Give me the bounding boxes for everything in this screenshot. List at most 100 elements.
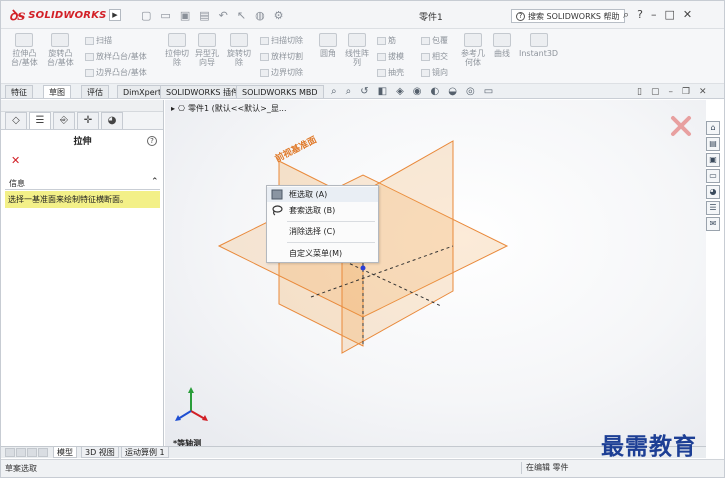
swept-cut-button[interactable]: 扫描切除 (260, 35, 303, 46)
rebuild-icon[interactable]: ◍ (255, 9, 265, 22)
dimxpert-manager-tab-icon[interactable]: ✛ (77, 112, 99, 129)
curves-label: 曲线 (494, 49, 510, 58)
tab-sketch[interactable]: 草图 (43, 85, 71, 98)
maximize-icon[interactable]: □ (665, 8, 675, 22)
undo-icon[interactable]: ↶ (219, 9, 228, 22)
box-select-icon (271, 189, 283, 200)
custom-properties-icon[interactable]: ☰ (706, 201, 720, 215)
fillet-button[interactable]: 圆角 (319, 33, 337, 58)
display-manager-tab-icon[interactable]: ◕ (101, 112, 123, 129)
first-tab-arrow-icon[interactable] (5, 448, 15, 457)
tile-view-icon[interactable]: ▢ (651, 87, 660, 97)
next-tab-arrow-icon[interactable] (27, 448, 37, 457)
save-icon[interactable]: ▣ (180, 9, 190, 22)
feature-manager-tab-icon[interactable]: ◇ (5, 112, 27, 129)
tab-evaluate[interactable]: 评估 (81, 85, 109, 98)
help-menu-icon[interactable]: ? (637, 8, 643, 22)
split-view-icon[interactable]: ▯ (637, 87, 642, 97)
file-explorer-icon[interactable]: ▭ (706, 169, 720, 183)
viewport-minimize-icon[interactable]: – (668, 87, 673, 97)
last-tab-arrow-icon[interactable] (38, 448, 48, 457)
property-manager-tab-icon[interactable]: ☰ (29, 112, 51, 129)
view-orientation-icon[interactable]: ◈ (396, 86, 404, 97)
revolve-cut-button[interactable]: 旋转切 除 (227, 33, 251, 67)
open-file-icon[interactable]: ▭ (160, 9, 170, 22)
tab-navigation-arrows[interactable] (5, 448, 48, 457)
edit-appearance-icon[interactable]: ◒ (448, 86, 457, 97)
mirror-button[interactable]: 镜向 (421, 67, 448, 78)
select-icon[interactable]: ↖ (237, 9, 246, 22)
box-select-menu-item[interactable]: 框选取 (A) (267, 187, 378, 202)
previous-tab-arrow-icon[interactable] (16, 448, 26, 457)
feature-tree-flyout[interactable]: ▸ ⎔ 零件1 (默认<<默认>_显... (171, 103, 287, 114)
print-icon[interactable]: ▤ (199, 9, 209, 22)
configuration-manager-tab-icon[interactable]: ⎆ (53, 112, 75, 129)
design-library-icon[interactable]: ▣ (706, 153, 720, 167)
reference-geometry-button[interactable]: 参考几 何体 (461, 33, 485, 67)
new-file-icon[interactable]: ▢ (141, 9, 151, 22)
hide-show-icon[interactable]: ◐ (431, 86, 440, 97)
lasso-select-menu-item[interactable]: 套索选取 (B) (267, 203, 378, 218)
scene-icon[interactable]: ◎ (466, 86, 475, 97)
tab-model[interactable]: 模型 (53, 447, 77, 458)
instant3d-button[interactable]: Instant3D (519, 33, 558, 58)
lofted-cut-button[interactable]: 放样切割 (260, 51, 303, 62)
boundary-cut-button[interactable]: 边界切除 (260, 67, 303, 78)
graphics-area[interactable]: ▸ ⎔ 零件1 (默认<<默认>_显... (165, 100, 706, 446)
cancel-icon[interactable]: ✕ (11, 154, 20, 167)
boundary-boss-button[interactable]: 边界凸台/基体 (85, 67, 147, 78)
display-style-icon[interactable]: ◉ (413, 86, 422, 97)
extrude-cut-button[interactable]: 拉伸切 除 (165, 33, 189, 67)
menu-expand-arrow[interactable]: ▶ (109, 9, 121, 21)
appearances-icon[interactable]: ◕ (706, 185, 720, 199)
clear-selection-menu-item[interactable]: 消除选择 (C) (267, 224, 378, 239)
close-window-icon[interactable]: ✕ (683, 8, 692, 22)
context-menu: 框选取 (A) 套索选取 (B) 消除选择 (C) 自定义菜单(M) (266, 185, 379, 263)
swept-cut-icon (260, 36, 269, 45)
view-settings-icon[interactable]: ▭ (484, 86, 493, 97)
resources-icon[interactable]: ▤ (706, 137, 720, 151)
options-gear-icon[interactable]: ⚙ (274, 9, 284, 22)
rib-button[interactable]: 筋 (377, 35, 396, 46)
home-icon[interactable]: ⌂ (706, 121, 720, 135)
forum-icon[interactable]: ✉ (706, 217, 720, 231)
extrude-boss-button[interactable]: 拉伸凸 台/基体 (11, 33, 38, 67)
zoom-to-fit-icon[interactable]: ⌕ (331, 86, 337, 97)
tab-addins[interactable]: SOLIDWORKS 插件 (160, 85, 245, 98)
zoom-to-area-icon[interactable]: ⌕ (346, 86, 352, 97)
shell-button[interactable]: 抽壳 (377, 67, 404, 78)
draft-label: 拔模 (388, 52, 404, 61)
customize-menu-item[interactable]: 自定义菜单(M) (267, 246, 378, 261)
wrap-button[interactable]: 包覆 (421, 35, 448, 46)
message-section-header[interactable]: 信息 ⌃ (5, 177, 160, 190)
extrude-boss-label: 拉伸凸 台/基体 (11, 49, 38, 67)
draft-button[interactable]: 拔模 (377, 51, 404, 62)
previous-view-icon[interactable]: ↺ (360, 86, 368, 97)
solidworks-logo[interactable]: ꝺs SOLIDWORKS (9, 7, 107, 24)
viewport-window-controls: ▯ ▢ – ❐ ✕ (637, 87, 707, 97)
expand-arrow-icon[interactable]: ▸ (171, 104, 175, 113)
linear-pattern-button[interactable]: 线性阵 列 (345, 33, 369, 67)
tab-motion-study[interactable]: 运动算例 1 (121, 447, 169, 458)
loft-boss-button[interactable]: 放样凸台/基体 (85, 51, 147, 62)
intersect-button[interactable]: 相交 (421, 51, 448, 62)
tab-features[interactable]: 特征 (5, 85, 33, 98)
minimize-icon[interactable]: – (651, 8, 657, 22)
exit-sketch-close-icon[interactable] (669, 114, 693, 138)
tab-3d-views[interactable]: 3D 视图 (81, 447, 119, 458)
draft-icon (377, 52, 386, 61)
menu-separator (287, 242, 375, 243)
help-search-box[interactable]: ? 搜索 SOLIDWORKS 帮助 (511, 9, 625, 23)
viewport-close-icon[interactable]: ✕ (699, 87, 707, 97)
curves-button[interactable]: 曲线 (493, 33, 511, 58)
sweep-button[interactable]: 扫描 (85, 35, 112, 46)
tab-mbd[interactable]: SOLIDWORKS MBD (236, 85, 324, 98)
revolve-boss-button[interactable]: 旋转凸 台/基体 (47, 33, 74, 67)
search-icon[interactable]: ⌕ (623, 8, 629, 22)
viewport-restore-icon[interactable]: ❐ (682, 87, 690, 97)
help-search-label: 搜索 SOLIDWORKS 帮助 (528, 11, 620, 21)
hole-wizard-button[interactable]: 异型孔 向导 (195, 33, 219, 67)
panel-help-icon[interactable]: ? (147, 136, 157, 146)
collapse-caret-icon[interactable]: ⌃ (151, 177, 159, 187)
section-view-icon[interactable]: ◧ (378, 86, 387, 97)
